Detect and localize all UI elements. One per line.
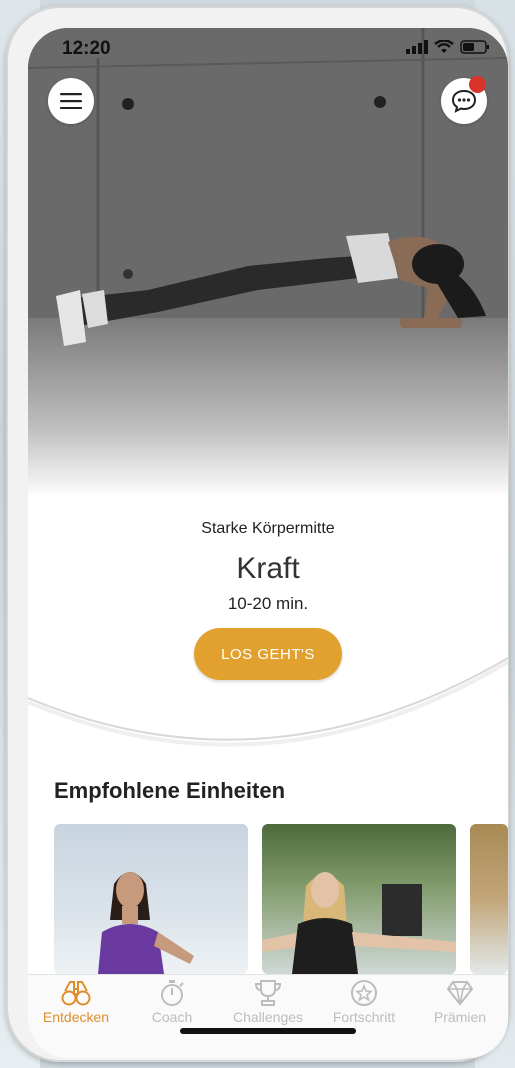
tab-label: Challenges bbox=[232, 1009, 304, 1025]
hamburger-icon bbox=[60, 93, 82, 109]
recommended-card[interactable] bbox=[54, 824, 248, 974]
hero-photo-illustration bbox=[28, 28, 508, 498]
tab-label: Prämien bbox=[433, 1009, 487, 1025]
workout-duration: 10-20 min. bbox=[227, 594, 309, 613]
tab-challenges[interactable]: Challenges bbox=[220, 979, 316, 1025]
battery-icon bbox=[460, 40, 489, 54]
app-screen: 12:20 Starke Körpermitte Kraft 10-20 min… bbox=[28, 28, 508, 1058]
trophy-icon bbox=[254, 980, 282, 1006]
card-photo bbox=[98, 872, 194, 974]
status-icons bbox=[406, 40, 490, 54]
menu-button[interactable] bbox=[48, 78, 94, 124]
recommended-heading: Empfohlene Einheiten bbox=[54, 778, 286, 803]
signal-icon bbox=[406, 40, 428, 54]
tab-coach[interactable]: Coach bbox=[124, 979, 220, 1025]
binoculars-icon bbox=[61, 981, 91, 1006]
hero-image: 12:20 bbox=[28, 28, 508, 498]
notification-badge bbox=[469, 76, 486, 93]
tab-fortschritt[interactable]: Fortschritt bbox=[316, 979, 412, 1025]
recommended-card[interactable] bbox=[262, 824, 456, 974]
card-photo bbox=[262, 872, 456, 974]
phone-frame: 12:20 Starke Körpermitte Kraft 10-20 min… bbox=[6, 6, 509, 1062]
chat-bubble-icon bbox=[451, 89, 477, 113]
tab-label: Entdecken bbox=[42, 1009, 110, 1025]
tab-praemien[interactable]: Prämien bbox=[412, 979, 508, 1025]
home-indicator[interactable] bbox=[180, 1028, 356, 1034]
star-circle-icon bbox=[351, 980, 377, 1006]
recommended-card[interactable] bbox=[470, 824, 508, 974]
diamond-icon bbox=[446, 981, 474, 1006]
bottom-tab-bar: Entdecken Coach Challenges Fortschritt P… bbox=[28, 974, 508, 1058]
tab-label: Coach bbox=[151, 1009, 193, 1025]
status-time: 12:20 bbox=[62, 38, 111, 59]
tab-label: Fortschritt bbox=[332, 1009, 396, 1025]
stopwatch-icon bbox=[161, 980, 184, 1006]
workout-subtitle: Starke Körpermitte bbox=[201, 520, 335, 537]
tab-entdecken[interactable]: Entdecken bbox=[28, 979, 124, 1025]
workout-title: Kraft bbox=[236, 552, 300, 585]
start-workout-button[interactable]: LOS GEHT'S bbox=[194, 628, 342, 680]
wifi-icon bbox=[434, 40, 454, 53]
